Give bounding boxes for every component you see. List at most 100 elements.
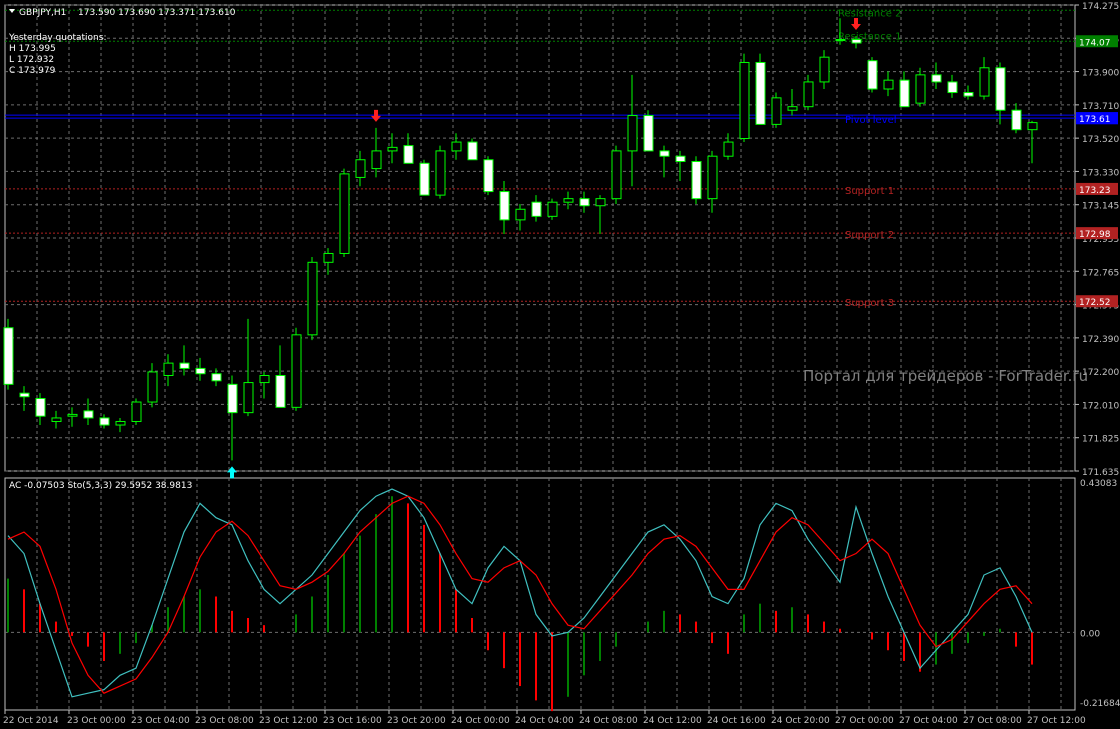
x-tick-label: 24 Oct 12:00 [643,716,702,726]
x-tick-label: 24 Oct 04:00 [515,716,574,726]
level-label: Support 1 [845,186,894,197]
candle-body-bearish [643,115,654,152]
y-tick-label: 172.765 [1082,268,1119,278]
yesterday-low: L 172.932 [9,55,54,65]
x-tick-label: 22 Oct 2014 [3,716,59,726]
candle-body-bullish [291,334,302,408]
indicator-y-tick-label: -0.21684 [1080,699,1120,709]
watermark: Портал для трейдеров - ForTrader.ru [803,367,1088,385]
level-price-tag-label: 174.07 [1079,38,1111,48]
y-tick-label: 174.275 [1082,2,1119,12]
symbol-label: GBPJPY,H1 [19,8,66,18]
candle [483,156,494,196]
candle-body-bearish [755,61,766,125]
candle [307,257,318,341]
candle-body-bearish [691,161,702,200]
candle-body-bearish [1011,109,1022,131]
y-tick-label: 172.010 [1082,401,1119,411]
candle-body-bearish [499,191,510,221]
candle-body-bearish [179,362,190,369]
candle-body-bullish [771,97,782,125]
candle-body-bullish [339,173,350,254]
candle-body-bearish [195,367,206,375]
candle-body-bearish [579,198,590,207]
candle-body-bearish [19,392,30,398]
candle-body-bearish [403,145,414,164]
candle-body-bearish [419,162,430,196]
candle-body-bullish [883,79,894,90]
candle [739,53,750,143]
yesterday-label: Yesterday quotations: [8,33,106,43]
candle-body-bearish [851,38,862,44]
x-tick-label: 23 Oct 16:00 [323,716,382,726]
candle [755,53,766,125]
candle-body-bearish [3,327,14,385]
indicator-y-tick-label: 0.43083 [1080,479,1117,489]
y-tick-label: 171.825 [1082,435,1119,445]
x-tick-label: 23 Oct 20:00 [387,716,446,726]
candle-body-bullish [163,362,174,377]
candle [547,198,558,220]
candle-body-bullish [67,413,78,417]
candle-body-bullish [595,198,606,207]
x-tick-label: 24 Oct 08:00 [579,716,638,726]
candle [611,145,622,204]
x-tick-label: 23 Oct 00:00 [67,716,126,726]
level-label: Support 2 [845,230,894,241]
candle-body-bullish [147,371,158,403]
ohlc-readout: 173.590 173.690 173.371 173.610 [78,8,236,18]
candle [131,398,142,426]
candle [419,159,430,196]
candle-body-bearish [899,79,910,108]
candle [867,57,878,93]
candle-body-bullish [451,141,462,152]
candle-body-bullish [323,252,334,263]
yesterday-close: C 173.979 [9,66,56,76]
candle-body-bearish [947,81,958,94]
candle-body-bearish [931,74,942,83]
candle-body-bullish [611,150,622,200]
candle-body-bearish [99,417,110,426]
candle-body-bullish [259,375,270,384]
indicator-label: AC -0.07503 Sto(5,3,3) 29.5952 38.9813 [9,481,192,491]
candle-body-bullish [739,61,750,140]
x-tick-label: 23 Oct 08:00 [195,716,254,726]
x-tick-label: 27 Oct 12:00 [1027,716,1086,726]
candle-body-bearish [467,141,478,161]
candle-body-bullish [243,382,254,414]
candle-body-bearish [275,375,286,408]
level-price-tag-label: 173.23 [1079,186,1111,196]
x-tick-label: 23 Oct 04:00 [131,716,190,726]
candle [691,156,702,204]
candle-body-bullish [115,420,126,426]
level-label: Pivot level [845,115,897,126]
level-price-tag-label: 172.98 [1079,230,1111,240]
candle-body-bullish [803,81,814,108]
candle-body-bearish [531,201,542,217]
candle [771,92,782,128]
level-label: Resistance 2 [838,8,901,19]
candle-body-bearish [35,397,46,417]
x-tick-label: 27 Oct 08:00 [963,716,1022,726]
candle-body-bullish [787,106,798,111]
candle-body-bullish [707,155,718,200]
x-tick-label: 23 Oct 12:00 [259,716,318,726]
candle-body-bullish [307,261,318,336]
candle [643,110,654,152]
candle-body-bullish [131,401,142,422]
level-label: Support 3 [845,298,894,309]
candle-body-bullish [1027,122,1038,131]
candle [339,168,350,258]
candle-body-bullish [835,38,846,41]
indicator-y-tick-label: 0.00 [1080,629,1100,639]
x-tick-label: 24 Oct 20:00 [771,716,830,726]
candle-body-bearish [659,150,670,157]
y-tick-label: 173.900 [1082,69,1119,79]
candle-body-bearish [227,383,238,414]
y-tick-label: 173.330 [1082,168,1119,178]
candle-body-bullish [627,115,638,152]
candle-body-bearish [963,92,974,97]
candle-body-bullish [51,417,62,422]
candle-body-bullish [979,67,990,97]
candle-body-bearish [83,410,94,419]
